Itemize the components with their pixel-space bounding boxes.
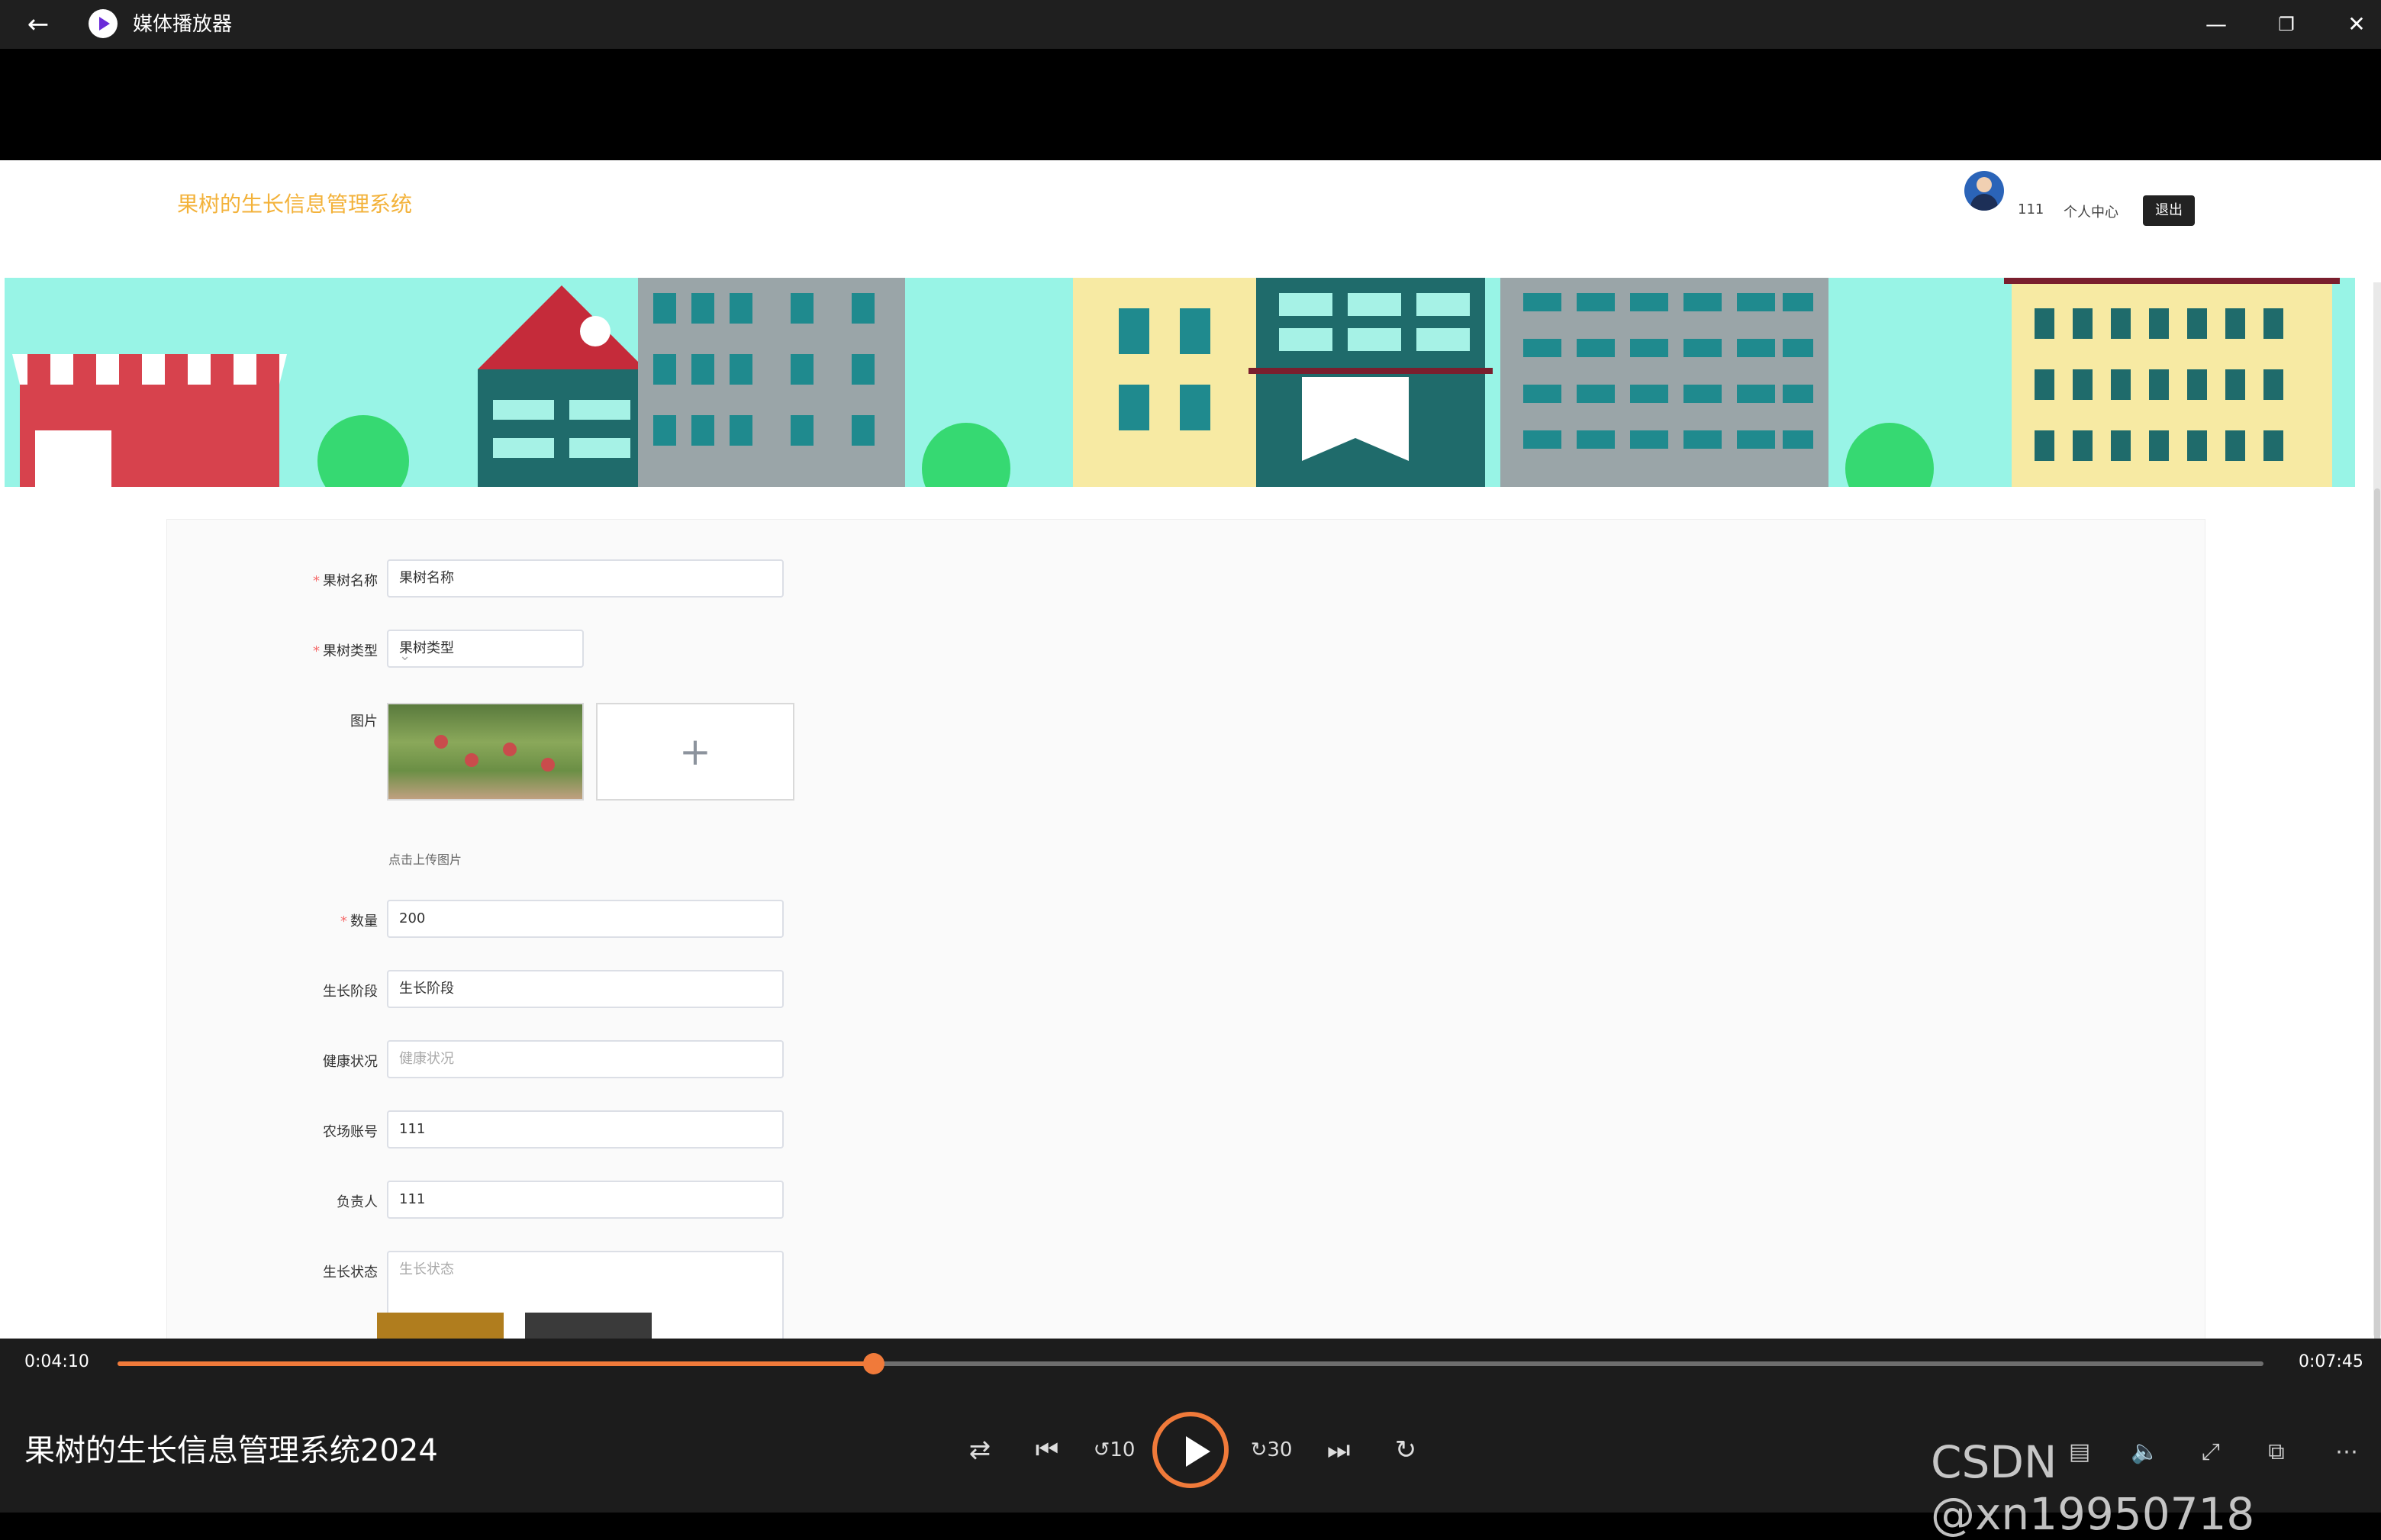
cancel-button-partial[interactable] (525, 1313, 652, 1339)
current-time: 0:04:10 (24, 1352, 89, 1371)
video-frame: 果树的生长信息管理系统 111 个人中心 退出 * 果树名称 果树名称 * 果树… (0, 49, 2381, 1339)
rewind-10-icon[interactable]: ↺10 (1091, 1427, 1137, 1473)
progress-thumb[interactable] (862, 1353, 884, 1374)
page-scrollbar-thumb[interactable] (2374, 488, 2380, 1339)
uploaded-fruit-image[interactable] (387, 703, 584, 801)
health-status-label: 健康状况 (323, 1054, 378, 1070)
growth-stage-label: 生长阶段 (323, 984, 378, 1000)
next-track-icon[interactable]: ⏭ (1316, 1427, 1361, 1473)
player-controls: 0:04:10 0:07:45 果树的生长信息管理系统2024 ⇄ ⏮ ↺10 … (0, 1339, 2381, 1540)
forward-30-icon[interactable]: ↻30 (1248, 1427, 1294, 1473)
minimize-icon[interactable]: — (2198, 6, 2234, 43)
image-upload-button[interactable]: + (596, 703, 794, 801)
repeat-icon[interactable]: ↻ (1383, 1427, 1429, 1473)
fruit-tree-form: * 果树名称 果树名称 * 果树类型 果树类型 ⌄ 图片 + 点击上传图片 * 数量 2… (166, 519, 2205, 1339)
back-arrow-icon[interactable]: ← (21, 8, 55, 41)
shuffle-icon[interactable]: ⇄ (957, 1427, 1003, 1473)
previous-track-icon[interactable]: ⏮ (1024, 1427, 1070, 1473)
fruit-name-input[interactable]: 果树名称 (387, 559, 784, 598)
window-titlebar: ← 媒体播放器 — ❐ ✕ (0, 0, 2381, 49)
plus-icon: + (679, 730, 711, 774)
fruit-name-label: * 果树名称 (313, 573, 378, 589)
upload-hint: 点击上传图片 (388, 852, 462, 867)
play-button[interactable] (1152, 1412, 1229, 1488)
user-avatar[interactable] (1964, 171, 2004, 211)
farm-account-label: 农场账号 (323, 1124, 378, 1140)
growth-state-label: 生长状态 (323, 1265, 378, 1281)
total-time: 0:07:45 (2299, 1352, 2363, 1371)
submit-button-partial[interactable] (377, 1313, 504, 1339)
media-player-app-icon (89, 9, 118, 38)
image-label: 图片 (350, 714, 378, 730)
fruit-type-label: * 果树类型 (313, 643, 378, 659)
growth-stage-input[interactable]: 生长阶段 (387, 970, 784, 1008)
progress-fill (118, 1361, 874, 1366)
owner-input[interactable]: 111 (387, 1181, 784, 1219)
app-title: 果树的生长信息管理系统 (177, 192, 413, 217)
health-status-input[interactable]: 健康状况 (387, 1040, 784, 1078)
progress-bar[interactable] (118, 1353, 2263, 1374)
user-center-link[interactable]: 个人中心 (2064, 201, 2118, 221)
watermark: CSDN @xn19950718 (1931, 1436, 2255, 1540)
fruit-type-select[interactable]: 果树类型 ⌄ (387, 630, 584, 668)
maximize-icon[interactable]: ❐ (2268, 6, 2305, 43)
chevron-down-icon: ⌄ (399, 648, 411, 664)
logout-button[interactable]: 退出 (2143, 195, 2195, 226)
web-app-page: 果树的生长信息管理系统 111 个人中心 退出 * 果树名称 果树名称 * 果树… (0, 160, 2381, 1339)
quantity-input[interactable]: 200 (387, 900, 784, 938)
owner-label: 负责人 (337, 1194, 378, 1210)
quantity-label: * 数量 (340, 913, 378, 929)
city-banner-image (5, 278, 2355, 487)
window-title: 媒体播放器 (133, 13, 233, 36)
media-title: 果树的生长信息管理系统2024 (24, 1433, 438, 1468)
user-name: 111 (2018, 201, 2044, 217)
farm-account-input[interactable]: 111 (387, 1110, 784, 1149)
close-icon[interactable]: ✕ (2338, 6, 2375, 43)
